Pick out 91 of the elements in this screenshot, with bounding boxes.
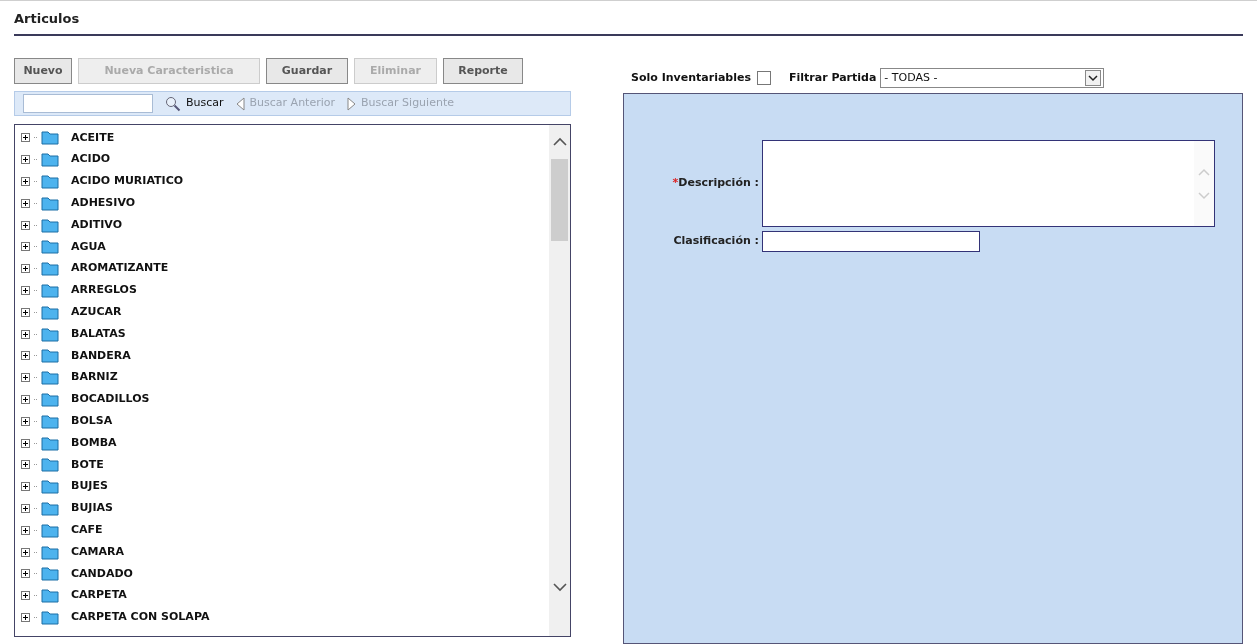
expand-icon[interactable]	[21, 264, 30, 274]
tree-item[interactable]: ACIDO	[71, 151, 111, 168]
partida-select[interactable]: - TODAS -	[880, 68, 1105, 88]
tree-item[interactable]: CARPETA	[71, 587, 127, 604]
toolbar-button[interactable]: Guardar	[266, 58, 348, 84]
tree-item[interactable]: AZUCAR	[71, 304, 122, 321]
folder-icon	[41, 217, 59, 233]
expand-icon[interactable]	[21, 416, 30, 426]
dropdown-caret-icon[interactable]	[1085, 70, 1102, 86]
folder-icon	[41, 304, 59, 320]
tree-item[interactable]: ACIDO MURIATICO	[71, 173, 184, 190]
expand-icon[interactable]	[21, 329, 30, 339]
left-triangle-icon	[235, 96, 245, 111]
expand-icon[interactable]	[21, 438, 30, 448]
folder-icon	[41, 413, 59, 429]
folder-icon	[41, 174, 59, 189]
folder-icon	[41, 435, 59, 451]
select-value: - TODAS -	[883, 69, 938, 86]
field-label: *Descripción :	[671, 175, 760, 192]
folder-icon	[41, 522, 59, 538]
tree-item[interactable]: ADHESIVO	[71, 195, 136, 212]
tree-item[interactable]: ARREGLOS	[71, 282, 137, 299]
folder-icon	[41, 544, 59, 560]
expand-icon[interactable]	[21, 482, 30, 492]
expand-icon[interactable]	[21, 351, 30, 361]
folder-icon	[41, 348, 59, 364]
filter-label: Filtrar Partida	[789, 69, 877, 86]
tree-item[interactable]: CARPETA CON SOLAPA	[71, 609, 210, 626]
expand-icon[interactable]	[21, 547, 30, 557]
expand-icon[interactable]	[21, 394, 30, 404]
tree-item[interactable]: AROMATIZANTE	[71, 260, 169, 277]
expand-icon[interactable]	[21, 569, 30, 579]
checkbox[interactable]	[757, 71, 771, 85]
search-nav-button[interactable]: Buscar	[165, 95, 224, 112]
tree-item[interactable]: CAMARA	[71, 543, 125, 561]
expand-icon[interactable]	[21, 155, 30, 165]
tree-item[interactable]: ACEITE	[71, 129, 115, 147]
tree-item[interactable]: BANDERA	[71, 347, 131, 365]
right-triangle-icon	[347, 96, 357, 111]
tree-item[interactable]: BOLSA	[71, 413, 113, 430]
expand-icon[interactable]	[21, 242, 30, 252]
folder-icon	[41, 152, 59, 168]
folder-icon	[41, 370, 59, 386]
tree-item[interactable]: BUJIAS	[71, 500, 113, 517]
expand-icon[interactable]	[21, 198, 30, 208]
tree-item[interactable]: CAFE	[71, 522, 103, 539]
expand-icon[interactable]	[21, 133, 30, 143]
tree-item[interactable]: AGUA	[71, 238, 106, 256]
tree-item[interactable]: CANDADO	[71, 565, 133, 583]
search-field[interactable]	[23, 94, 153, 113]
scrollbar-thumb[interactable]	[551, 159, 568, 241]
folder-icon	[41, 479, 59, 495]
folder-icon	[41, 588, 59, 604]
folder-icon	[41, 609, 59, 625]
tree-item[interactable]: BUJES	[71, 478, 108, 495]
expand-icon[interactable]	[21, 460, 30, 470]
tree-item[interactable]: BALATAS	[71, 325, 126, 343]
filter-label: Solo Inventariables	[631, 69, 751, 86]
toolbar-button[interactable]: Nuevo	[14, 58, 72, 84]
expand-icon[interactable]	[21, 220, 30, 230]
folder-icon	[41, 391, 59, 407]
expand-icon[interactable]	[21, 285, 30, 295]
tree-item[interactable]: BOCADILLOS	[71, 391, 150, 408]
tree-item[interactable]: BARNIZ	[71, 369, 118, 386]
expand-icon[interactable]	[21, 177, 30, 186]
expand-icon[interactable]	[21, 503, 30, 513]
scroll-down-icon[interactable]	[552, 582, 567, 592]
folder-icon	[41, 326, 59, 342]
search-icon	[165, 95, 181, 112]
field-label: Clasificación :	[672, 233, 760, 250]
folder-icon	[41, 500, 59, 516]
expand-icon[interactable]	[21, 525, 30, 535]
tree-item[interactable]: BOMBA	[71, 434, 117, 452]
scroll-up-icon[interactable]	[552, 137, 567, 147]
folder-icon	[41, 566, 59, 582]
expand-icon[interactable]	[21, 612, 30, 622]
folder-icon	[41, 282, 59, 298]
tree-item[interactable]: BOTE	[71, 456, 104, 474]
expand-icon[interactable]	[21, 591, 30, 601]
tree-item[interactable]: ADITIVO	[71, 216, 122, 234]
folder-icon	[41, 195, 59, 211]
folder-icon	[41, 130, 59, 146]
toolbar-button[interactable]: Reporte	[443, 58, 523, 84]
expand-icon[interactable]	[21, 373, 30, 383]
folder-icon	[41, 261, 59, 277]
clasificacion-field[interactable]	[762, 231, 980, 252]
folder-icon	[41, 457, 59, 473]
folder-icon	[41, 239, 59, 255]
expand-icon[interactable]	[21, 307, 30, 317]
page-title: Articulos	[14, 9, 81, 28]
scrollbar[interactable]	[549, 125, 570, 636]
